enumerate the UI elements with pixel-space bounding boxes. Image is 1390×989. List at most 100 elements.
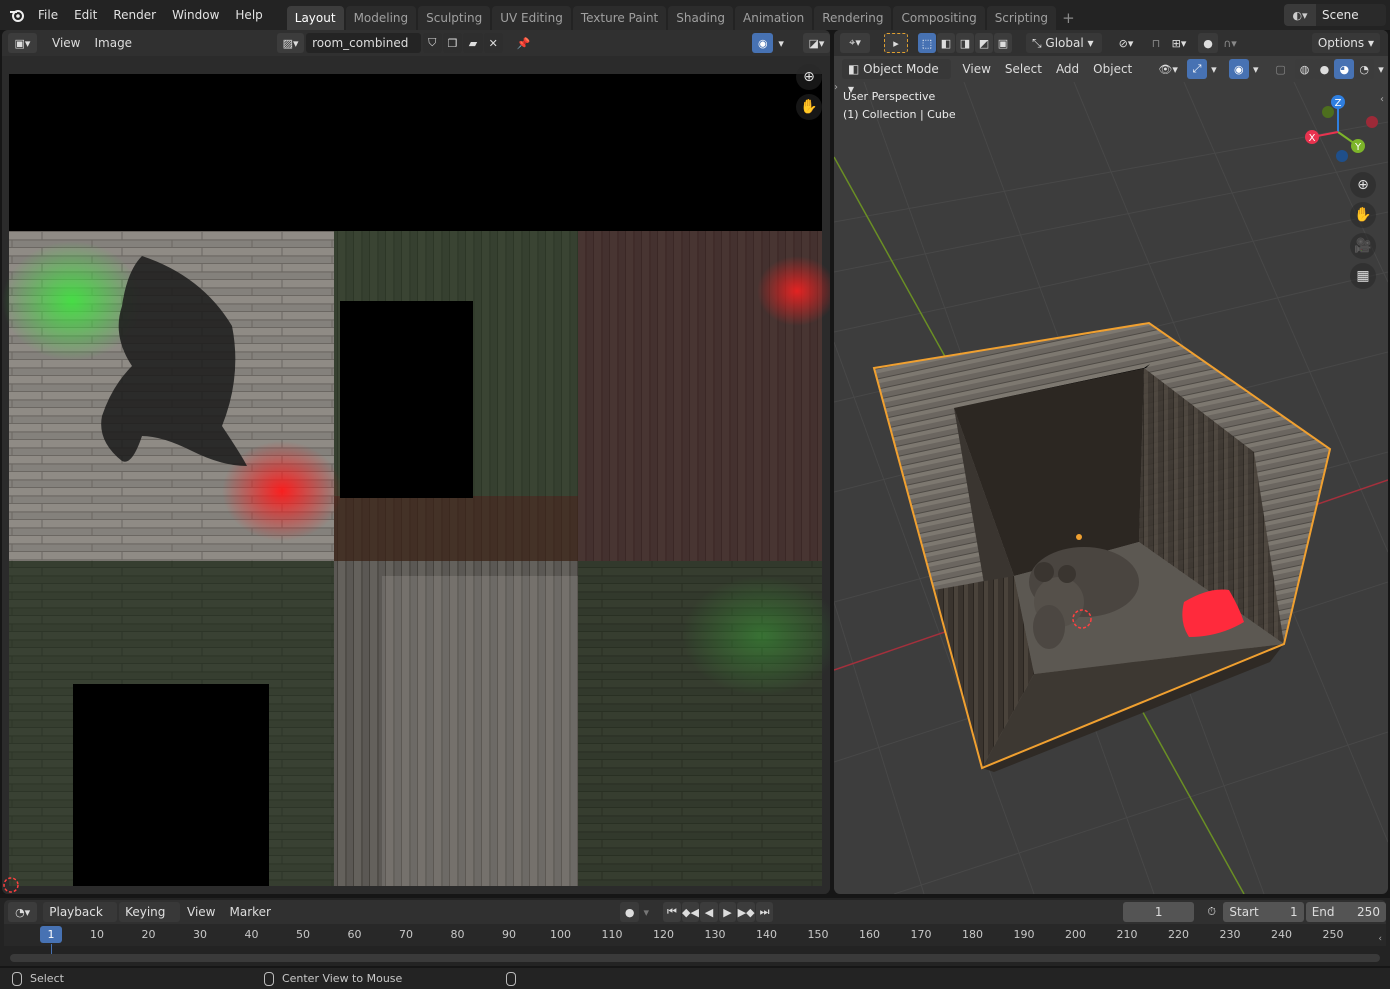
record-keyframe-icon[interactable]: ● (619, 902, 640, 922)
camera-view-icon[interactable]: 🎥 (1350, 233, 1376, 259)
gizmo-x-label: X (1309, 133, 1316, 144)
shading-material-icon[interactable]: ◕ (1334, 59, 1355, 79)
zoom-view-icon[interactable]: ⊕ (1350, 172, 1376, 198)
scene-name-field[interactable]: Scene (1316, 4, 1386, 26)
overlays-chevron-down-icon[interactable]: ▾ (1249, 59, 1263, 79)
menu-edit[interactable]: Edit (66, 0, 105, 30)
select-extend-icon[interactable]: ◧ (937, 33, 955, 53)
select-invert-icon[interactable]: ◩ (975, 33, 993, 53)
pan-hand-icon[interactable]: ✋ (796, 94, 822, 120)
keying-dropdown[interactable]: Keying ▾ (119, 902, 180, 939)
pivot-point-icon[interactable]: ⊘▾ (1112, 33, 1140, 53)
timeline-view-menu[interactable]: View (180, 902, 222, 922)
timeline-marker-menu[interactable]: Marker (222, 902, 277, 922)
image-canvas[interactable] (2, 56, 830, 894)
ruler-tick-label: 40 (244, 928, 259, 941)
menu-help[interactable]: Help (227, 0, 270, 30)
playback-dropdown[interactable]: Playback ▾ (43, 902, 118, 939)
pan-view-hand-icon[interactable]: ✋ (1350, 202, 1376, 228)
preview-range-stopwatch-icon[interactable]: ⏱ (1202, 902, 1222, 922)
zoom-icon[interactable]: ⊕ (796, 64, 822, 90)
select-intersect-icon[interactable]: ▣ (994, 33, 1012, 53)
jump-next-keyframe-icon[interactable]: ▶◆ (737, 902, 755, 922)
editor-type-3d-icon[interactable]: ⌖▾ (840, 33, 870, 53)
unlink-image-close-icon[interactable]: ✕ (483, 33, 503, 53)
tab-sculpting[interactable]: Sculpting (418, 6, 491, 30)
navigation-gizmo[interactable]: Z Y X (1298, 92, 1378, 164)
overlays-icon[interactable]: ◉ (1228, 59, 1249, 79)
menu-render[interactable]: Render (105, 0, 164, 30)
shading-rendered-icon[interactable]: ◔ (1354, 59, 1375, 79)
select-tool-icon[interactable]: ▸ (884, 33, 908, 53)
scene-icon[interactable]: ◐▾ (1284, 4, 1316, 26)
select-subtract-icon[interactable]: ◨ (956, 33, 974, 53)
snap-target-icon[interactable]: ⊞▾ (1166, 33, 1192, 53)
editor-type-icon[interactable]: ▣▾ (8, 33, 37, 53)
ruler-tick-label: 30 (193, 928, 207, 941)
jump-end-icon[interactable]: ⏭ (755, 902, 774, 922)
frame-ruler[interactable]: 1 10 20 30 40 50 60 70 80 90 100 110 120 130 140 150 16… (4, 924, 1386, 946)
viewport-add-menu[interactable]: Add (1049, 59, 1086, 79)
add-workspace-button[interactable]: + (1058, 6, 1079, 30)
viewport-select-menu[interactable]: Select (998, 59, 1049, 79)
xray-icon[interactable]: ▢ (1271, 59, 1291, 79)
shading-chevron-down-icon[interactable]: ▾ (1374, 59, 1388, 79)
timeline-scrollbar[interactable] (10, 954, 1380, 962)
tab-compositing[interactable]: Compositing (893, 6, 985, 30)
current-frame-indicator[interactable]: 1 (40, 926, 62, 943)
visibility-eye-icon[interactable]: 👁▾ (1153, 59, 1183, 79)
transform-orientation-dropdown[interactable]: ⤡ Global ▾ (1026, 33, 1102, 53)
select-new-icon[interactable]: ⬚ (918, 33, 936, 53)
3d-scene[interactable] (834, 82, 1388, 894)
snap-magnet-icon[interactable]: ⊓ (1146, 33, 1166, 53)
shading-solid-icon[interactable]: ● (1314, 59, 1335, 79)
viewport-view-menu[interactable]: View (955, 59, 997, 79)
gizmo-arrows-icon[interactable]: ⤢ (1187, 59, 1207, 79)
tab-animation[interactable]: Animation (735, 6, 813, 30)
gizmo-chevron-down-icon[interactable]: ▾ (1207, 59, 1221, 79)
timeline-editor-type-clock-icon[interactable]: ◔▾ (8, 902, 38, 922)
tab-texture-paint[interactable]: Texture Paint (572, 6, 667, 30)
3d-viewport-area: ⌖▾ ▸ ⬚ ◧ ◨ ◩ ▣ ⤡ Global ▾ ⊘▾ ⊓ ⊞▾ ● ∩▾ O… (834, 30, 1388, 894)
auto-key-chevron-down-icon[interactable]: ▾ (639, 902, 653, 922)
image-image-menu[interactable]: Image (87, 33, 139, 53)
gizmo-dropdown-chevron-down-icon[interactable]: ▾ (773, 33, 788, 53)
shading-wireframe-icon[interactable]: ◍ (1294, 59, 1315, 79)
menu-window[interactable]: Window (164, 0, 227, 30)
image-name-field[interactable]: room_combined (306, 33, 421, 53)
tab-rendering[interactable]: Rendering (814, 6, 892, 30)
ruler-tick-label: 90 (502, 928, 516, 941)
start-value: 1 (1290, 905, 1298, 919)
display-channels-icon[interactable]: ◪▾ (802, 33, 830, 53)
perspective-toggle-grid-icon[interactable]: ▦ (1350, 263, 1376, 289)
current-frame-field[interactable]: 1 (1123, 902, 1194, 922)
viewport-object-menu[interactable]: Object (1086, 59, 1139, 79)
main-menu: File Edit Render Window Help (30, 0, 271, 30)
image-editor-area: ▣▾ View Image ▨▾ room_combined ⛉ ❐ ▰ ✕ 📌… (2, 30, 830, 894)
tab-layout[interactable]: Layout (286, 6, 344, 30)
image-view-menu[interactable]: View (45, 33, 87, 53)
pin-icon[interactable]: 📌 (513, 33, 534, 53)
play-reverse-icon[interactable]: ◀ (700, 902, 718, 922)
end-frame-field[interactable]: End 250 (1305, 902, 1386, 922)
play-icon[interactable]: ▶ (718, 902, 737, 922)
tab-modeling[interactable]: Modeling (345, 6, 417, 30)
image-browse-icon[interactable]: ▨▾ (277, 33, 305, 53)
tab-scripting[interactable]: Scripting (986, 6, 1057, 30)
blender-logo-icon[interactable] (4, 0, 30, 30)
mode-dropdown[interactable]: ◧ Object Mode ▾ (842, 59, 952, 96)
proportional-edit-icon[interactable]: ● (1198, 33, 1218, 53)
new-image-icon[interactable]: ❐ (442, 33, 463, 53)
options-dropdown[interactable]: Options ▾ (1311, 33, 1380, 53)
jump-start-icon[interactable]: ⏮ (663, 902, 681, 922)
jump-prev-keyframe-icon[interactable]: ◆◀ (681, 902, 700, 922)
tab-uv-editing[interactable]: UV Editing (492, 6, 571, 30)
falloff-curve-icon[interactable]: ∩▾ (1218, 33, 1242, 53)
start-frame-field[interactable]: Start 1 (1223, 902, 1304, 922)
fake-user-shield-icon[interactable]: ⛉ (422, 33, 442, 53)
tab-shading[interactable]: Shading (668, 6, 733, 30)
menu-file[interactable]: File (30, 0, 66, 30)
gizmo-toggle-icon[interactable]: ◉ (752, 33, 774, 53)
open-image-folder-icon[interactable]: ▰ (463, 33, 483, 53)
timeline-sidebar-chevron-icon[interactable]: ‹ (1378, 934, 1382, 944)
